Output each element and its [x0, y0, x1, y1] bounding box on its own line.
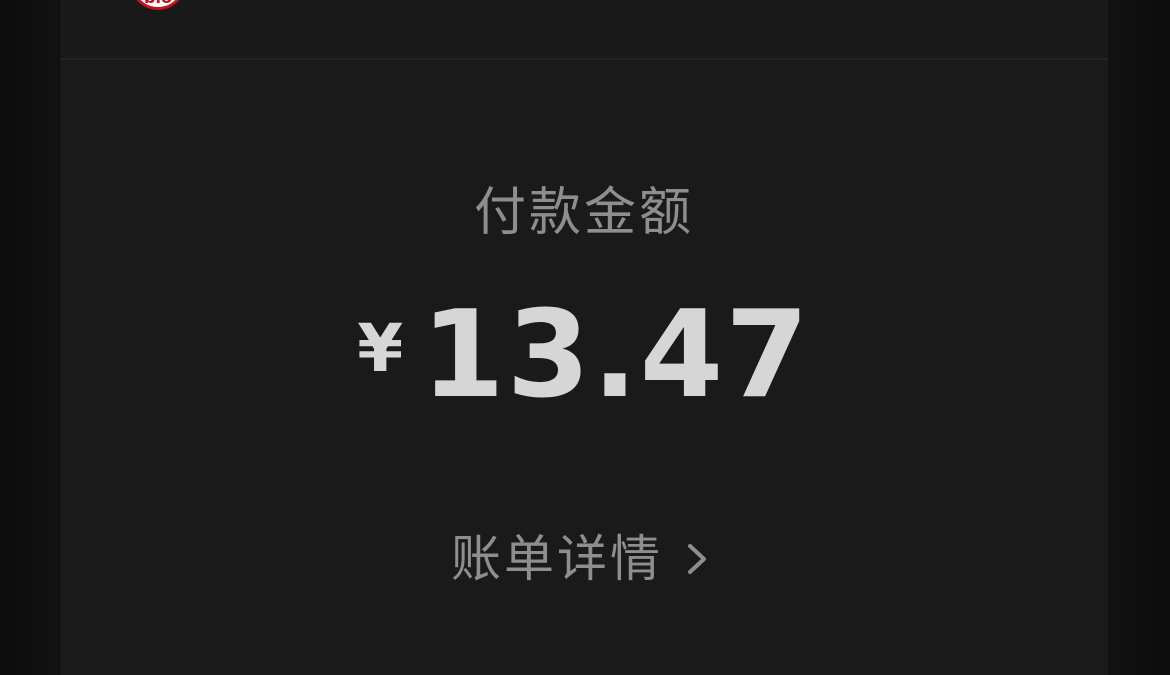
merchant-logo-text: bio [133, 0, 183, 6]
bill-details-link[interactable]: 账单详情 [60, 524, 1108, 594]
amount-value: 13.47 [421, 286, 811, 425]
payment-amount-card: 付款金额 ¥ 13.47 账单详情 [60, 60, 1108, 675]
merchant-header: bio [60, 0, 1108, 60]
payment-amount-label: 付款金额 [473, 183, 694, 243]
right-edge [1108, 0, 1170, 675]
currency-symbol: ¥ [357, 310, 404, 387]
bill-details-label: 账单详情 [451, 530, 663, 588]
chevron-right-icon [688, 544, 706, 574]
merchant-logo: bio [130, 0, 186, 10]
payment-amount: ¥ 13.47 [60, 296, 1108, 426]
payment-result-screen: bio 付款金额 ¥ 13.47 账单详情 [0, 0, 1170, 675]
left-edge [0, 0, 58, 675]
